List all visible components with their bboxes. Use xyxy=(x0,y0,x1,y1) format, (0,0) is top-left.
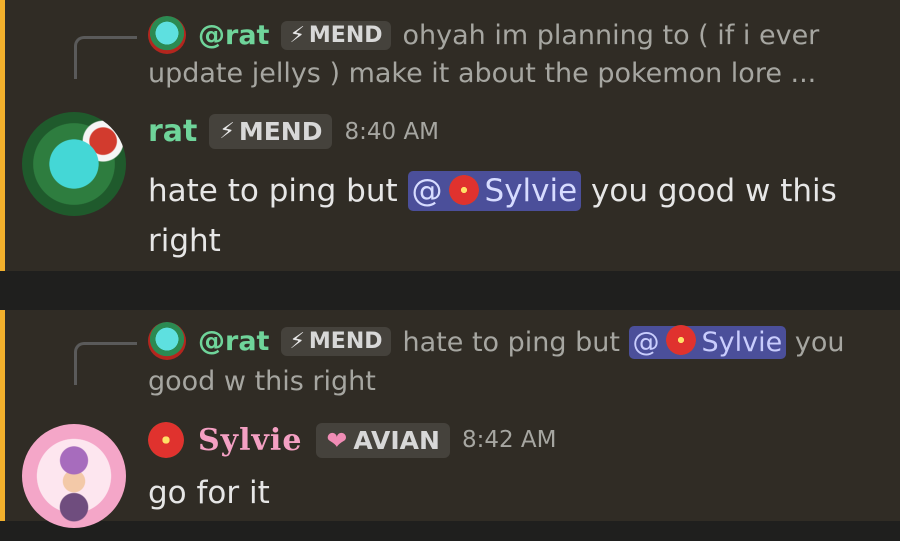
mention-highlight-bar xyxy=(0,0,5,271)
avatar[interactable] xyxy=(22,424,126,528)
timestamp: 8:42 AM xyxy=(461,427,557,453)
reply-spine xyxy=(74,36,137,79)
hibiscus-icon xyxy=(665,324,696,355)
lightning-bolt-icon: ⚡ xyxy=(289,328,305,354)
hibiscus-icon xyxy=(448,175,479,205)
author-name[interactable]: rat xyxy=(148,114,197,149)
pixel-heart-icon: ❤ xyxy=(326,425,348,455)
timestamp: 8:40 AM xyxy=(344,118,440,145)
mention-highlight-bar xyxy=(0,310,5,521)
reply-tag[interactable]: ⚡ MEND xyxy=(281,20,391,50)
reply-preview[interactable]: @rat ⚡ MEND ohyah im planning to ( if i e… xyxy=(148,16,819,54)
reply-preview[interactable]: @rat ⚡ MEND hate to ping but @ Sylvie you xyxy=(148,322,844,360)
role-tag[interactable]: ⚡ MEND xyxy=(209,114,333,149)
reply-text-line2: update jellys ) make it about the pokemo… xyxy=(148,58,817,89)
hibiscus-icon xyxy=(148,422,184,458)
user-mention[interactable]: @ Sylvie xyxy=(407,171,582,211)
avatar[interactable] xyxy=(22,112,126,216)
reply-text: ohyah im planning to ( if i ever xyxy=(402,19,820,51)
message-content: go for it xyxy=(148,475,270,511)
author-name[interactable]: Sylvie xyxy=(198,423,302,458)
role-tag[interactable]: ❤ AVIAN xyxy=(316,422,450,458)
reply-author[interactable]: @rat xyxy=(198,326,269,357)
reply-author[interactable]: @rat xyxy=(198,20,269,51)
reply-text: hate to ping but @ Sylvie you xyxy=(402,324,845,359)
message-content: hate to ping but @ Sylvie you good w this… xyxy=(148,171,837,259)
reply-tag[interactable]: ⚡ MEND xyxy=(281,326,391,356)
message-sylvie: @rat ⚡ MEND hate to ping but @ Sylvie you … xyxy=(0,310,900,528)
message-rat: @rat ⚡ MEND ohyah im planning to ( if i e… xyxy=(0,0,900,271)
user-mention[interactable]: @ Sylvie xyxy=(628,324,787,359)
lightning-bolt-icon: ⚡ xyxy=(289,22,305,48)
lightning-bolt-icon: ⚡ xyxy=(219,119,235,144)
reply-spine xyxy=(74,342,137,385)
reply-avatar[interactable] xyxy=(148,16,186,54)
message-header: rat ⚡ MEND 8:40 AM xyxy=(148,114,439,149)
message-header: Sylvie ❤ AVIAN 8:42 AM xyxy=(148,422,557,458)
reply-text-line2: good w this right xyxy=(148,366,376,397)
reply-avatar[interactable] xyxy=(148,322,186,360)
